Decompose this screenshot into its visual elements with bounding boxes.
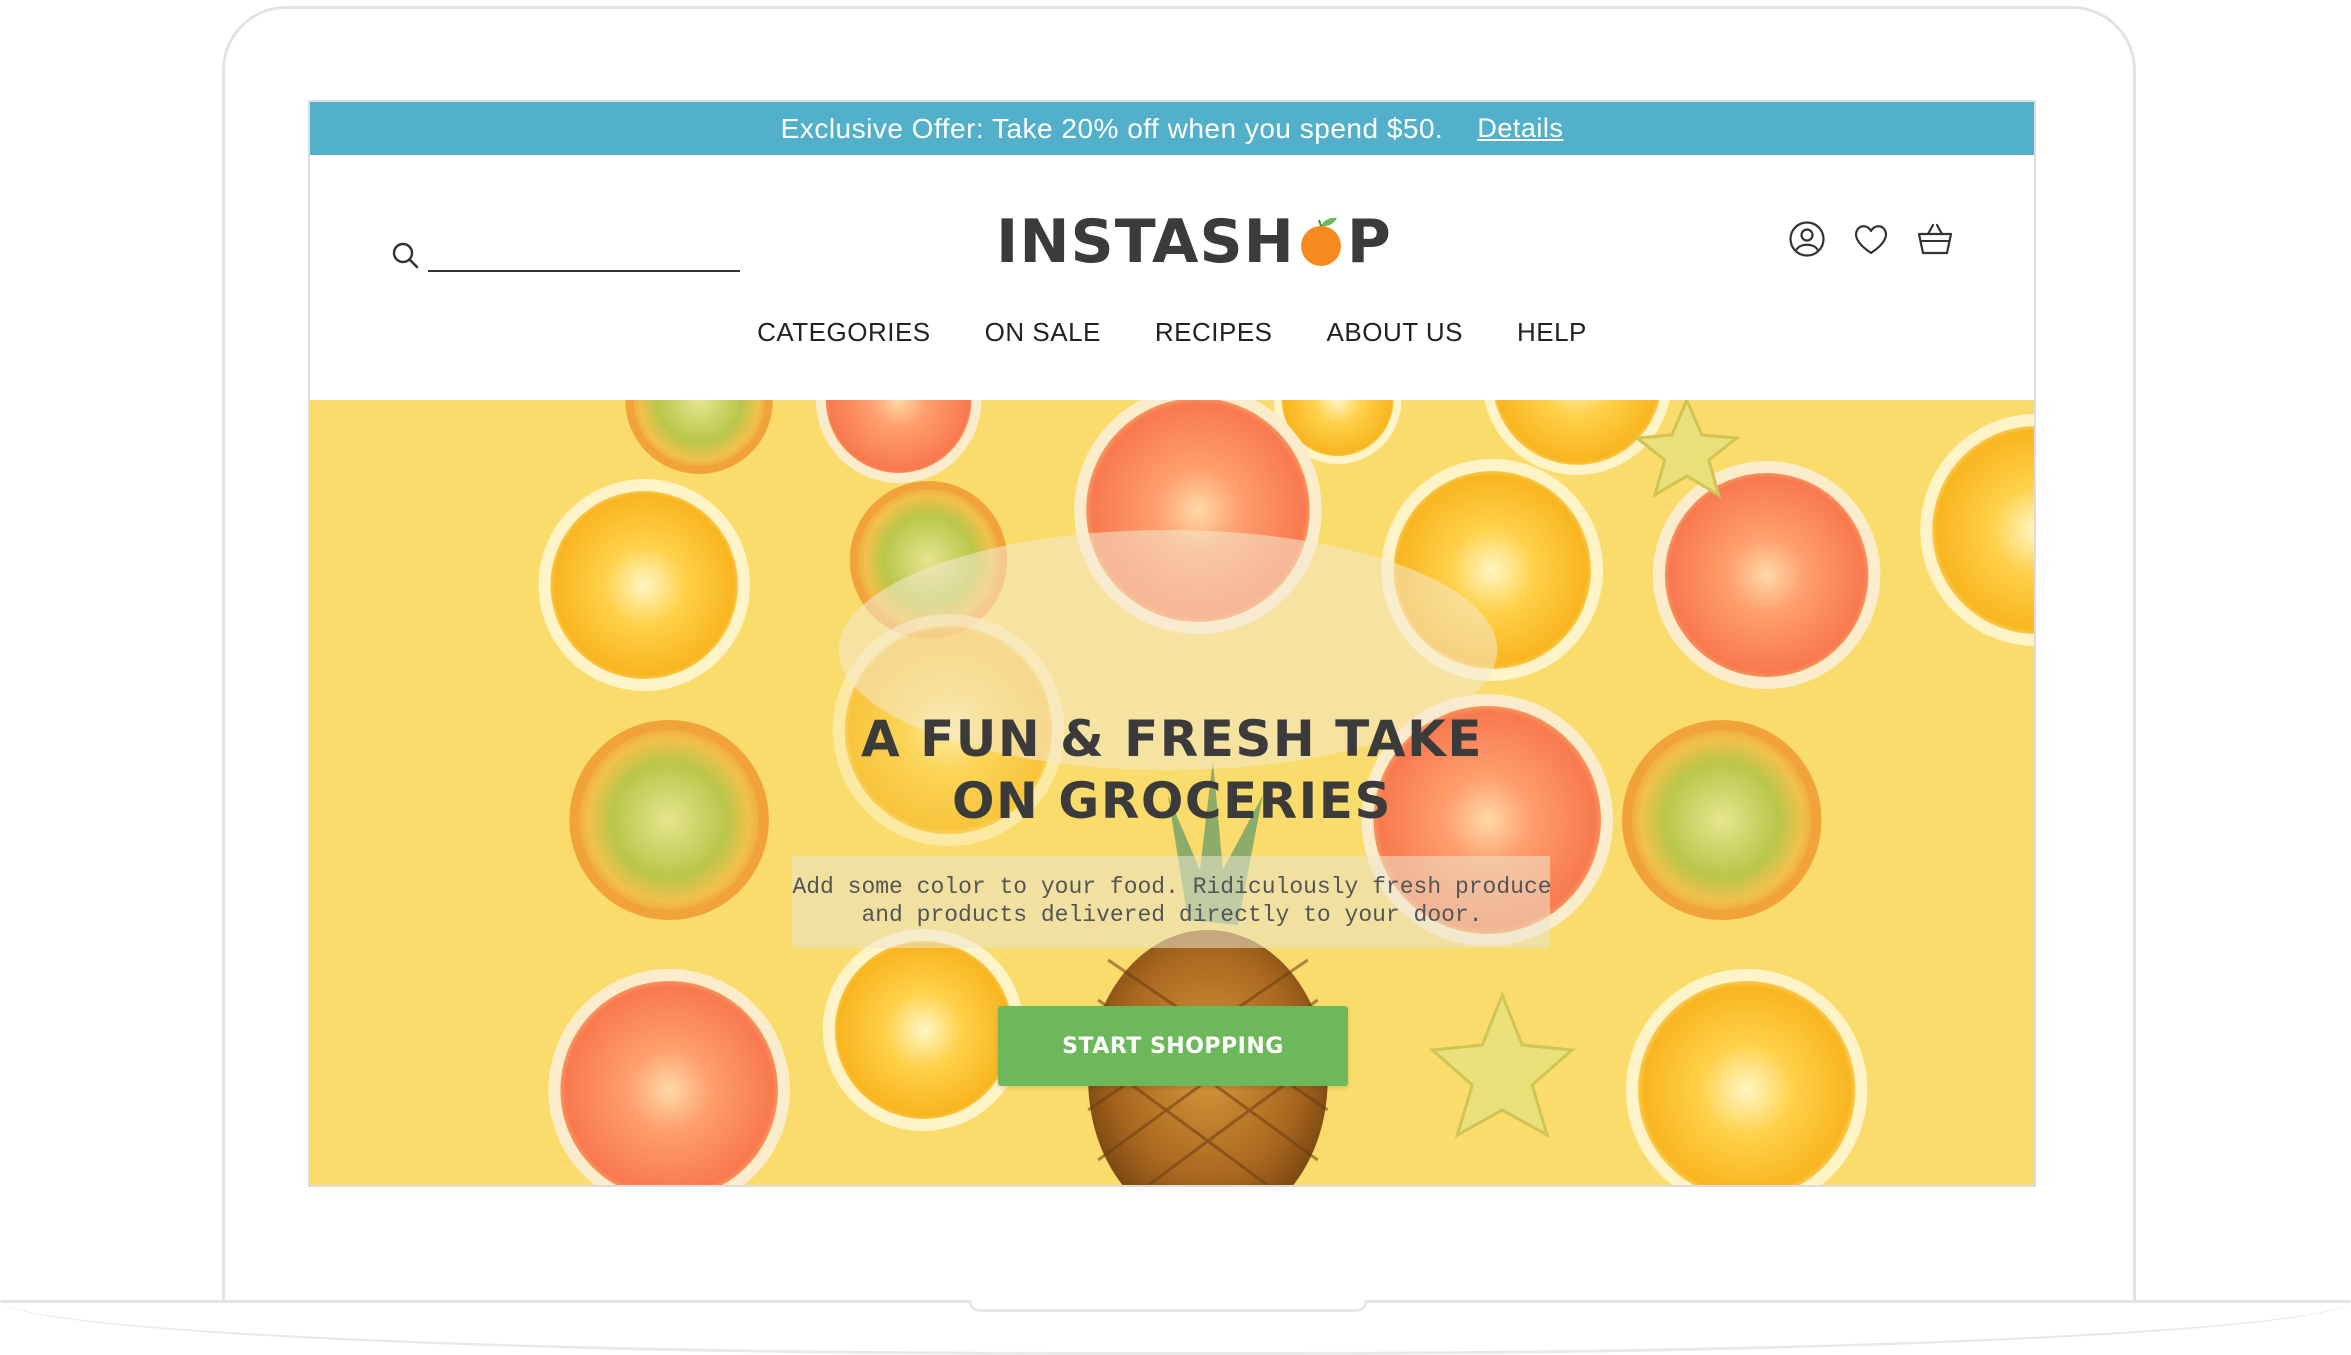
search-icon[interactable]	[390, 236, 422, 272]
logo-text: INSTASH	[996, 207, 1295, 277]
search-input[interactable]	[428, 238, 740, 272]
nav-on-sale[interactable]: ON SALE	[985, 317, 1101, 348]
nav-help[interactable]: HELP	[1517, 317, 1587, 348]
main-nav: CATEGORIES ON SALE RECIPES ABOUT US HELP	[310, 302, 2034, 362]
basket-icon[interactable]	[1916, 220, 1954, 258]
nav-recipes[interactable]: RECIPES	[1155, 317, 1273, 348]
hero-banner: A FUN & FRESH TAKE ON GROCERIES Add some…	[310, 400, 2034, 1185]
logo[interactable]: INSTASH P	[996, 202, 1392, 282]
hero-title-line-2: ON GROCERIES	[952, 772, 1392, 830]
user-icon[interactable]	[1788, 220, 1826, 258]
promo-bar: Exclusive Offer: Take 20% off when you s…	[310, 102, 2034, 155]
logo-text-end: P	[1346, 207, 1392, 277]
laptop-notch	[968, 1300, 1368, 1312]
nav-about-us[interactable]: ABOUT US	[1327, 317, 1463, 348]
orange-logo-icon	[1300, 217, 1341, 266]
nav-categories[interactable]: CATEGORIES	[757, 317, 931, 348]
hero-subtitle-line-1: Add some color to your food. Ridiculousl…	[792, 874, 1552, 900]
browser-screen: Exclusive Offer: Take 20% off when you s…	[308, 100, 2036, 1187]
header-actions	[1788, 220, 1954, 258]
hero-subtitle-line-2: and products delivered directly to your …	[861, 902, 1483, 928]
heart-icon[interactable]	[1852, 220, 1890, 258]
search-bar	[390, 232, 740, 272]
start-shopping-button[interactable]: START SHOPPING	[998, 1006, 1348, 1086]
hero-title-line-1: A FUN & FRESH TAKE	[860, 710, 1484, 768]
promo-text: Exclusive Offer: Take 20% off when you s…	[780, 112, 1444, 144]
promo-details-link[interactable]: Details	[1477, 113, 1563, 144]
